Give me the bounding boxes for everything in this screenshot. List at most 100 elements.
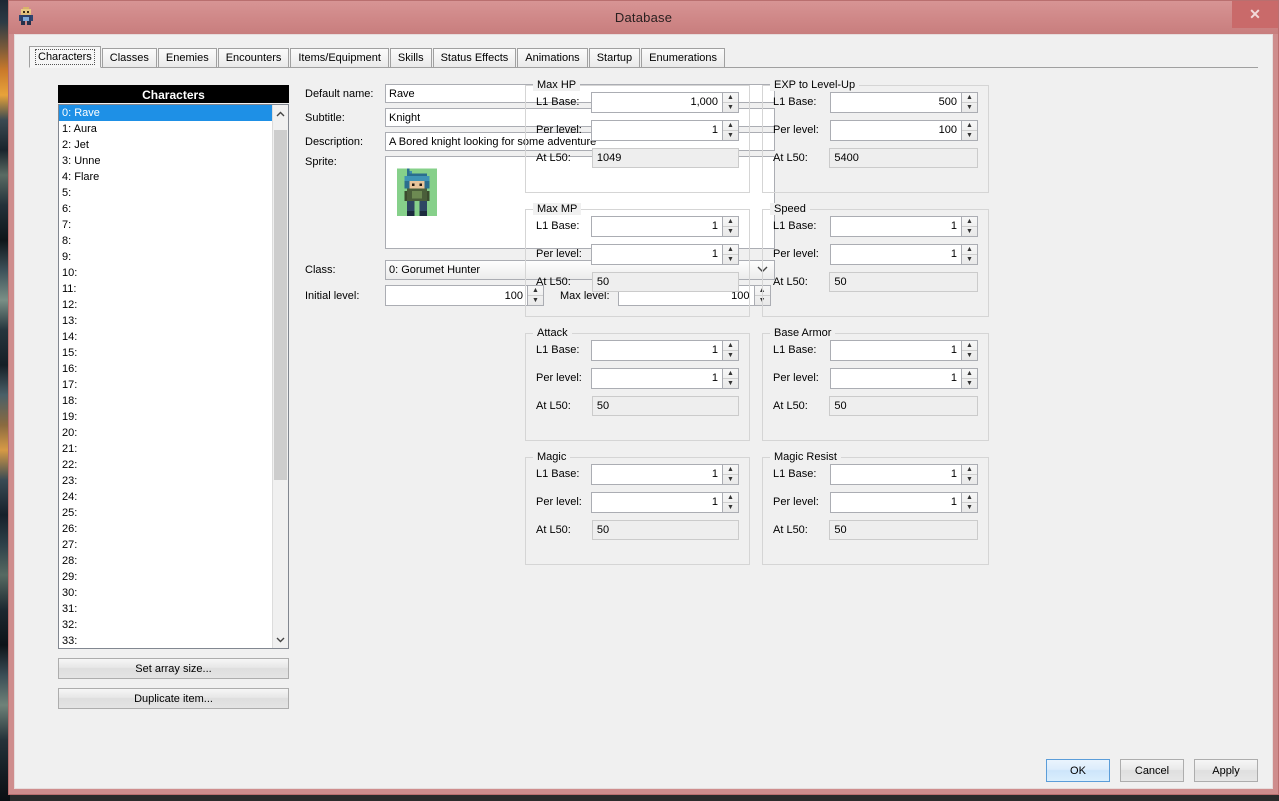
spinner-up-icon[interactable]: ▲	[723, 493, 738, 503]
spinner-up-icon[interactable]: ▲	[962, 493, 977, 503]
list-item[interactable]: 14:	[59, 329, 272, 345]
base-armor-per-level-input-stepper[interactable]: ▲▼	[830, 367, 978, 389]
magic-per-level-input-spin-buttons[interactable]: ▲ ▼	[723, 491, 739, 513]
chevron-down-icon[interactable]	[273, 631, 288, 648]
base-armor-l1-base-input-spin-buttons[interactable]: ▲ ▼	[962, 339, 978, 361]
max-hp-per-level-input-stepper[interactable]: ▲▼	[591, 119, 739, 141]
close-icon[interactable]: ✕	[1232, 1, 1278, 28]
list-item[interactable]: 33:	[59, 633, 272, 648]
spinner-up-icon[interactable]: ▲	[723, 465, 738, 475]
list-item[interactable]: 9:	[59, 249, 272, 265]
max-mp-l1-base-input-spin-buttons[interactable]: ▲ ▼	[723, 215, 739, 237]
max-hp-per-level-input[interactable]	[591, 119, 723, 141]
spinner-down-icon[interactable]: ▼	[723, 227, 738, 236]
list-item[interactable]: 16:	[59, 361, 272, 377]
list-item[interactable]: 3: Unne	[59, 153, 272, 169]
tab-skills[interactable]: Skills	[389, 48, 432, 68]
tab-startup[interactable]: Startup	[588, 48, 641, 68]
list-item[interactable]: 6:	[59, 201, 272, 217]
attack-per-level-input-stepper[interactable]: ▲▼	[591, 367, 739, 389]
list-item[interactable]: 31:	[59, 601, 272, 617]
tab-enemies[interactable]: Enemies	[157, 48, 217, 68]
attack-l1-base-input-stepper[interactable]: ▲▼	[591, 339, 739, 361]
list-item[interactable]: 4: Flare	[59, 169, 272, 185]
spinner-down-icon[interactable]: ▼	[962, 503, 977, 512]
list-item[interactable]: 13:	[59, 313, 272, 329]
list-item[interactable]: 10:	[59, 265, 272, 281]
spinner-up-icon[interactable]: ▲	[723, 245, 738, 255]
base-armor-l1-base-input-stepper[interactable]: ▲▼	[830, 339, 978, 361]
attack-l1-base-input[interactable]	[591, 339, 723, 361]
list-item[interactable]: 5:	[59, 185, 272, 201]
spinner-down-icon[interactable]: ▼	[962, 255, 977, 264]
spinner-up-icon[interactable]: ▲	[962, 465, 977, 475]
magic-l1-base-input-stepper[interactable]: ▲▼	[591, 463, 739, 485]
tab-status-effects[interactable]: Status Effects	[432, 48, 517, 68]
exp-to-level-up-per-level-input-stepper[interactable]: ▲▼	[830, 119, 978, 141]
spinner-up-icon[interactable]: ▲	[962, 121, 977, 131]
tab-items-equipment[interactable]: Items/Equipment	[290, 48, 389, 68]
magic-l1-base-input[interactable]	[591, 463, 723, 485]
max-hp-l1-base-input-spin-buttons[interactable]: ▲ ▼	[723, 91, 739, 113]
speed-l1-base-input[interactable]	[830, 215, 962, 237]
spinner-down-icon[interactable]: ▼	[962, 475, 977, 484]
speed-per-level-input-spin-buttons[interactable]: ▲ ▼	[962, 243, 978, 265]
spinner-up-icon[interactable]: ▲	[723, 93, 738, 103]
spinner-down-icon[interactable]: ▼	[723, 255, 738, 264]
list-item[interactable]: 8:	[59, 233, 272, 249]
list-item[interactable]: 1: Aura	[59, 121, 272, 137]
attack-per-level-input[interactable]	[591, 367, 723, 389]
spinner-down-icon[interactable]: ▼	[723, 503, 738, 512]
list-scrollbar[interactable]	[272, 105, 288, 648]
attack-l1-base-input-spin-buttons[interactable]: ▲ ▼	[723, 339, 739, 361]
list-item[interactable]: 7:	[59, 217, 272, 233]
list-item[interactable]: 17:	[59, 377, 272, 393]
magic-resist-per-level-input-spin-buttons[interactable]: ▲ ▼	[962, 491, 978, 513]
list-item[interactable]: 0: Rave	[59, 105, 272, 121]
max-mp-per-level-input-stepper[interactable]: ▲▼	[591, 243, 739, 265]
spinner-down-icon[interactable]: ▼	[962, 379, 977, 388]
apply-button[interactable]: Apply	[1194, 759, 1258, 782]
speed-per-level-input[interactable]	[830, 243, 962, 265]
tab-animations[interactable]: Animations	[517, 48, 588, 68]
speed-l1-base-input-stepper[interactable]: ▲▼	[830, 215, 978, 237]
base-armor-per-level-input[interactable]	[830, 367, 962, 389]
spinner-down-icon[interactable]: ▼	[962, 351, 977, 360]
list-item[interactable]: 24:	[59, 489, 272, 505]
base-armor-l1-base-input[interactable]	[830, 339, 962, 361]
magic-resist-l1-base-input[interactable]	[830, 463, 962, 485]
list-item[interactable]: 11:	[59, 281, 272, 297]
max-mp-l1-base-input-stepper[interactable]: ▲▼	[591, 215, 739, 237]
speed-l1-base-input-spin-buttons[interactable]: ▲ ▼	[962, 215, 978, 237]
magic-resist-l1-base-input-stepper[interactable]: ▲▼	[830, 463, 978, 485]
cancel-button[interactable]: Cancel	[1120, 759, 1184, 782]
exp-to-level-up-l1-base-input-stepper[interactable]: ▲▼	[830, 91, 978, 113]
max-hp-l1-base-input-stepper[interactable]: ▲▼	[591, 91, 739, 113]
magic-per-level-input-stepper[interactable]: ▲▼	[591, 491, 739, 513]
exp-to-level-up-per-level-input[interactable]	[830, 119, 962, 141]
list-item[interactable]: 15:	[59, 345, 272, 361]
spinner-down-icon[interactable]: ▼	[962, 103, 977, 112]
list-item[interactable]: 23:	[59, 473, 272, 489]
max-mp-l1-base-input[interactable]	[591, 215, 723, 237]
max-hp-l1-base-input[interactable]	[591, 91, 723, 113]
characters-listbox[interactable]: 0: Rave 1: Aura 2: Jet 3: Unne 4: Flare 5: 6: 7…	[59, 105, 272, 648]
spinner-up-icon[interactable]: ▲	[723, 341, 738, 351]
spinner-down-icon[interactable]: ▼	[723, 475, 738, 484]
tab-classes[interactable]: Classes	[101, 48, 157, 68]
chevron-up-icon[interactable]	[273, 105, 288, 122]
base-armor-per-level-input-spin-buttons[interactable]: ▲ ▼	[962, 367, 978, 389]
list-item[interactable]: 26:	[59, 521, 272, 537]
list-item[interactable]: 18:	[59, 393, 272, 409]
spinner-up-icon[interactable]: ▲	[723, 369, 738, 379]
list-item[interactable]: 2: Jet	[59, 137, 272, 153]
list-item[interactable]: 21:	[59, 441, 272, 457]
spinner-up-icon[interactable]: ▲	[962, 369, 977, 379]
tab-encounters[interactable]: Encounters	[217, 48, 290, 68]
spinner-up-icon[interactable]: ▲	[962, 93, 977, 103]
spinner-down-icon[interactable]: ▼	[723, 103, 738, 112]
speed-per-level-input-stepper[interactable]: ▲▼	[830, 243, 978, 265]
magic-resist-per-level-input[interactable]	[830, 491, 962, 513]
set-array-size-button[interactable]: Set array size...	[58, 658, 289, 679]
list-item[interactable]: 30:	[59, 585, 272, 601]
